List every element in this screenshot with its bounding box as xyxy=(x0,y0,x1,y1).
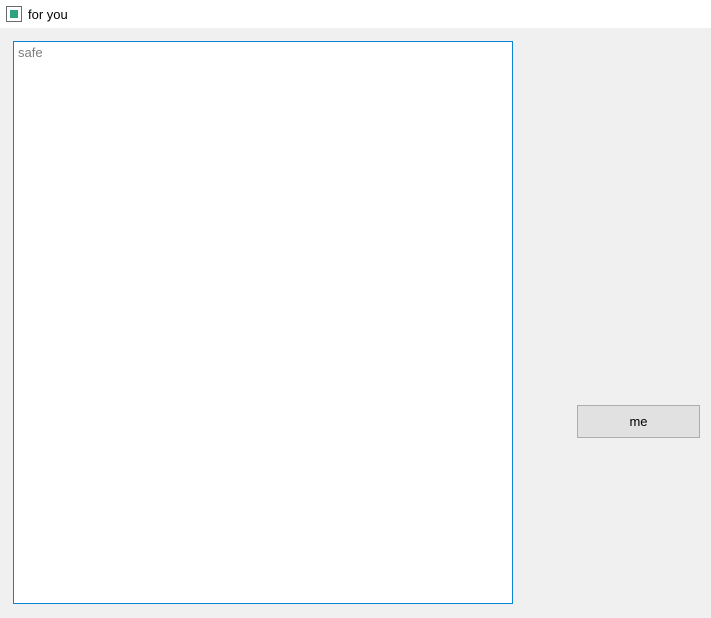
main-textarea[interactable] xyxy=(13,41,513,604)
title-bar: for you xyxy=(0,0,711,28)
textarea-container xyxy=(13,41,513,604)
client-area: me xyxy=(0,28,711,618)
me-button[interactable]: me xyxy=(577,405,700,438)
window-title: for you xyxy=(28,7,68,22)
app-icon xyxy=(6,6,22,22)
